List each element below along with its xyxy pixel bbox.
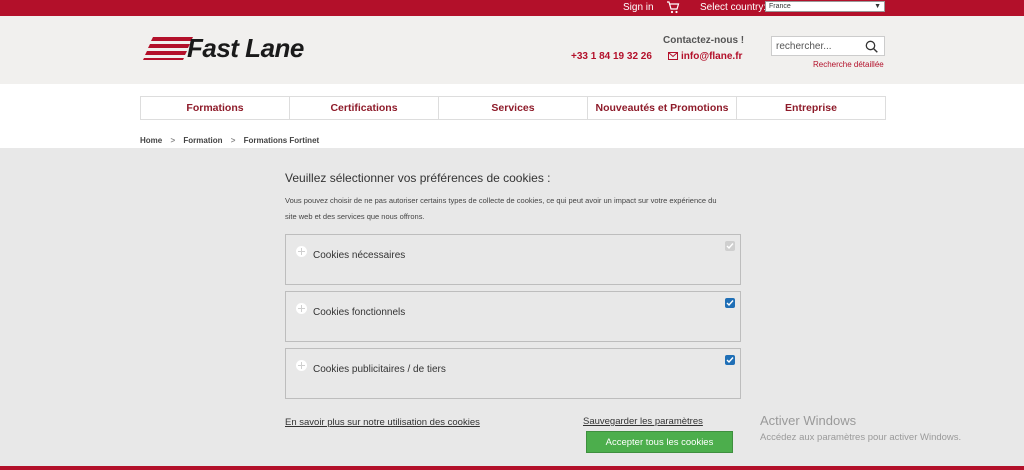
check-icon	[726, 243, 734, 250]
windows-activation-title: Activer Windows	[760, 413, 857, 428]
phone-link[interactable]: +33 1 84 19 32 26	[571, 51, 652, 62]
expand-plus-icon[interactable]	[296, 246, 307, 257]
cookie-category-necessary[interactable]: Cookies nécessaires	[285, 234, 741, 285]
search-placeholder: rechercher...	[776, 41, 832, 52]
country-select-value: France	[769, 3, 791, 10]
country-select[interactable]: France ▼	[765, 1, 885, 12]
breadcrumb-separator: >	[230, 136, 236, 145]
bottom-bar	[0, 466, 1024, 470]
cookie-category-label: Cookies fonctionnels	[313, 307, 406, 318]
main-nav: Formations Certifications Services Nouve…	[140, 96, 886, 120]
select-country-label: Select country:	[700, 2, 767, 13]
cart-icon[interactable]	[666, 1, 680, 14]
save-settings-link[interactable]: Sauvegarder les paramètres	[583, 416, 703, 427]
sign-in-link[interactable]: Sign in	[623, 2, 654, 13]
advanced-search-link[interactable]: Recherche détaillée	[813, 60, 884, 69]
nav-item-formations[interactable]: Formations	[141, 97, 290, 119]
contact-title: Contactez-nous !	[663, 35, 745, 46]
header: Fast Lane Contactez-nous ! +33 1 84 19 3…	[0, 16, 1024, 84]
breadcrumb-formation[interactable]: Formation	[183, 136, 222, 145]
nav-item-entreprise[interactable]: Entreprise	[737, 97, 885, 119]
check-icon	[726, 357, 734, 364]
check-icon	[726, 300, 734, 307]
nav-item-nouveautes[interactable]: Nouveautés et Promotions	[588, 97, 737, 119]
email-link[interactable]: info@flane.fr	[681, 51, 742, 62]
breadcrumb-current: Formations Fortinet	[243, 136, 320, 145]
cookie-dialog-title: Veuillez sélectionner vos préférences de…	[285, 171, 551, 185]
mail-icon	[668, 52, 678, 60]
necessary-checkbox	[725, 241, 735, 251]
chevron-down-icon: ▼	[874, 3, 881, 10]
cookie-dialog-description: Vous pouvez choisir de ne pas autoriser …	[285, 196, 717, 221]
breadcrumb-home[interactable]: Home	[140, 136, 162, 145]
nav-item-certifications[interactable]: Certifications	[290, 97, 439, 119]
accept-all-button[interactable]: Accepter tous les cookies	[586, 431, 733, 453]
expand-plus-icon[interactable]	[296, 303, 307, 314]
breadcrumb: Home > Formation > Formations Fortinet	[140, 136, 325, 145]
cookie-category-label: Cookies nécessaires	[313, 250, 406, 261]
windows-activation-subtitle: Accédez aux paramètres pour activer Wind…	[760, 432, 962, 443]
advertising-checkbox[interactable]	[725, 355, 735, 365]
search-icon[interactable]	[865, 40, 878, 53]
cookie-category-advertising[interactable]: Cookies publicitaires / de tiers	[285, 348, 741, 399]
search-input[interactable]: rechercher...	[771, 36, 885, 56]
top-bar: Sign in Select country: France ▼	[0, 0, 1024, 16]
breadcrumb-separator: >	[170, 136, 176, 145]
cookie-category-functional[interactable]: Cookies fonctionnels	[285, 291, 741, 342]
logo-stripes-icon	[143, 37, 193, 60]
functional-checkbox[interactable]	[725, 298, 735, 308]
logo-text: Fast Lane	[187, 33, 304, 63]
cookie-category-label: Cookies publicitaires / de tiers	[313, 364, 446, 375]
nav-item-services[interactable]: Services	[439, 97, 588, 119]
logo[interactable]: Fast Lane	[143, 33, 323, 63]
expand-plus-icon[interactable]	[296, 360, 307, 371]
learn-more-link[interactable]: En savoir plus sur notre utilisation des…	[285, 413, 485, 433]
